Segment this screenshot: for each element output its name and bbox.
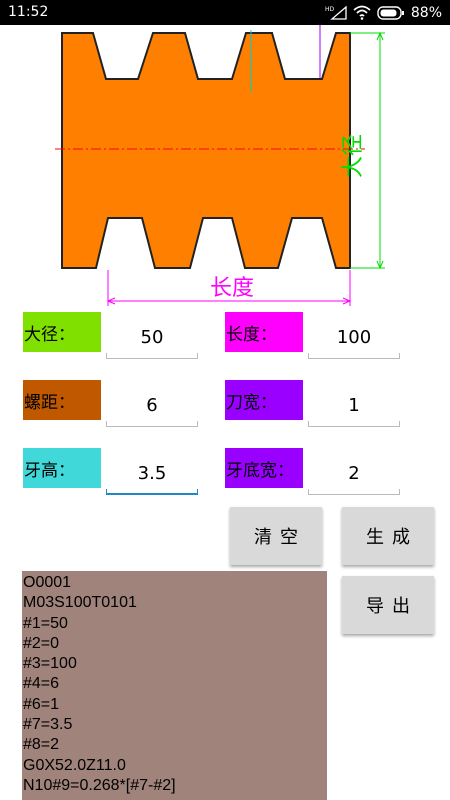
pitch-field[interactable] xyxy=(106,385,198,429)
tooth-height-field[interactable] xyxy=(106,453,198,497)
input-underline xyxy=(106,353,198,359)
gcode-line: #7=3.5 xyxy=(23,716,73,734)
length-label: 长度 xyxy=(210,276,254,301)
input-underline-focused xyxy=(106,489,198,495)
gcode-line: O0001 xyxy=(23,574,72,591)
input-underline xyxy=(308,353,400,359)
major-diameter-input[interactable] xyxy=(106,317,198,357)
gcode-output[interactable]: O0001 M03S100T0101 #1=50 #2=0 #3=100 #4=6 #6=1… xyxy=(22,571,327,800)
generate-button[interactable]: 生成 xyxy=(342,507,434,565)
gcode-line: N10#9=0.268*[#7-#2] xyxy=(23,776,176,794)
length-input[interactable] xyxy=(308,317,400,357)
root-width-field[interactable] xyxy=(308,453,400,497)
major-diameter-label: 大径： xyxy=(23,312,101,352)
root-width-input[interactable] xyxy=(308,453,400,493)
status-bar: 11:52 HD 88% xyxy=(0,0,450,25)
gcode-line: #6=1 xyxy=(23,695,60,713)
length-field[interactable] xyxy=(308,317,400,361)
svg-text:HD: HD xyxy=(325,6,335,13)
length-label-text: 长度： xyxy=(226,324,277,345)
root-width-label: 牙底宽： xyxy=(225,448,303,488)
major-diameter-label-text: 大径： xyxy=(24,324,75,345)
gcode-line: #8=2 xyxy=(23,736,60,754)
gcode-line: #3=100 xyxy=(23,655,77,673)
pitch-input[interactable] xyxy=(106,385,198,425)
thread-body xyxy=(61,32,351,269)
diameter-label: 大径 xyxy=(341,134,366,178)
tool-width-label: 刀宽： xyxy=(225,380,303,420)
thread-diagram: 大径 长度 xyxy=(0,25,450,310)
major-diameter-field[interactable] xyxy=(106,317,198,361)
root-width-label-text: 牙底宽： xyxy=(226,460,294,481)
thread-diagram-figure: 大径 长度 xyxy=(55,25,385,306)
tool-width-label-text: 刀宽： xyxy=(226,392,277,413)
length-label-box: 长度： xyxy=(225,312,303,352)
gcode-line: G0X52.0Z11.0 xyxy=(23,756,126,774)
battery-icon xyxy=(377,5,404,20)
input-underline xyxy=(308,489,400,495)
pitch-label-text: 螺距： xyxy=(24,392,75,413)
tooth-height-label-text: 牙高： xyxy=(24,460,75,481)
tooth-height-input[interactable] xyxy=(106,453,198,493)
signal-icon: HD xyxy=(325,5,347,20)
gcode-line: #1=50 xyxy=(23,614,68,632)
export-button[interactable]: 导出 xyxy=(342,576,434,634)
tooth-height-label: 牙高： xyxy=(23,448,101,488)
wifi-icon xyxy=(353,5,371,20)
clear-button[interactable]: 清空 xyxy=(230,507,322,565)
gcode-line: #2=0 xyxy=(23,634,60,652)
pitch-label: 螺距： xyxy=(23,380,101,420)
status-time: 11:52 xyxy=(8,4,49,20)
battery-percent: 88% xyxy=(410,4,442,21)
gcode-line: M03S100T0101 xyxy=(23,594,137,612)
tool-width-field[interactable] xyxy=(308,385,400,429)
status-icons: HD 88% xyxy=(325,4,442,21)
input-underline xyxy=(308,421,400,427)
gcode-line: #4=6 xyxy=(23,675,60,693)
input-underline xyxy=(106,421,198,427)
tool-width-input[interactable] xyxy=(308,385,400,425)
